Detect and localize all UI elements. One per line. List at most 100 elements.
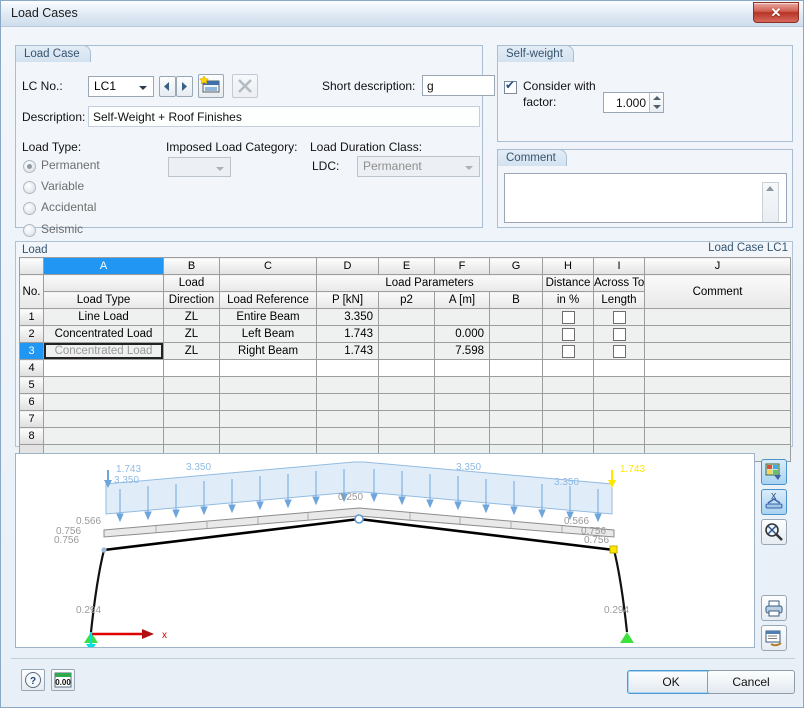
- cell-distance-pct[interactable]: [542, 376, 594, 394]
- column-letter-a[interactable]: A: [43, 257, 164, 275]
- cell-across-length[interactable]: [593, 410, 645, 428]
- cell-comment[interactable]: [644, 308, 791, 326]
- cell-a[interactable]: [434, 427, 490, 445]
- column-letter-h[interactable]: H: [542, 257, 594, 275]
- cell-load-direction[interactable]: [163, 393, 220, 411]
- cell-p2[interactable]: [378, 410, 435, 428]
- cell-b[interactable]: [489, 325, 543, 343]
- cell-comment[interactable]: [644, 427, 791, 445]
- structure-graphic[interactable]: x 1.743 3.350 3.350 3.350 3.350 1.743 0.…: [15, 453, 755, 651]
- cell-across-length[interactable]: [593, 325, 645, 343]
- cell-across-length[interactable]: [593, 308, 645, 326]
- printout-report-button[interactable]: [761, 625, 787, 651]
- row-number[interactable]: 1: [19, 308, 44, 326]
- self-weight-factor-input[interactable]: 1.000: [603, 92, 664, 113]
- cell-a[interactable]: [434, 376, 490, 394]
- cell-comment[interactable]: [644, 359, 791, 377]
- help-button[interactable]: ?: [21, 669, 45, 691]
- units-button[interactable]: 0.00: [51, 669, 75, 691]
- self-weight-factor-stepper[interactable]: [649, 93, 663, 112]
- cell-load-reference[interactable]: [219, 359, 317, 377]
- cell-load-type[interactable]: [43, 393, 164, 411]
- loads-table[interactable]: A B C D E F G H I J No. Load Load Parame…: [19, 257, 791, 462]
- row-number[interactable]: 6: [19, 393, 44, 411]
- cell-comment[interactable]: [644, 410, 791, 428]
- cell-p[interactable]: [316, 410, 379, 428]
- distance-in-percent-checkbox[interactable]: [561, 311, 575, 324]
- column-letter-j[interactable]: J: [644, 257, 791, 275]
- table-row[interactable]: 2 Concentrated Load ZL Left Beam 1.743 0…: [19, 325, 791, 343]
- find-object-button[interactable]: [761, 519, 787, 545]
- cell-p2[interactable]: [378, 393, 435, 411]
- radio-accidental[interactable]: [23, 202, 36, 215]
- cell-a[interactable]: [434, 308, 490, 326]
- column-letter-d[interactable]: D: [316, 257, 379, 275]
- cell-load-direction[interactable]: [163, 410, 220, 428]
- column-letter-f[interactable]: F: [434, 257, 490, 275]
- cell-load-reference[interactable]: Entire Beam: [219, 308, 317, 326]
- cell-a[interactable]: [434, 393, 490, 411]
- cell-load-type[interactable]: Concentrated Load: [43, 325, 164, 343]
- cell-b[interactable]: [489, 308, 543, 326]
- cell-distance-pct[interactable]: [542, 308, 594, 326]
- cell-load-type[interactable]: [43, 359, 164, 377]
- short-description-input[interactable]: g: [422, 75, 495, 96]
- cell-load-type[interactable]: [43, 410, 164, 428]
- cell-a[interactable]: [434, 359, 490, 377]
- table-row[interactable]: 7: [19, 410, 791, 428]
- cell-b[interactable]: [489, 393, 543, 411]
- cell-distance-pct[interactable]: [542, 410, 594, 428]
- cell-across-length[interactable]: [593, 342, 645, 360]
- cell-p[interactable]: [316, 359, 379, 377]
- cell-p[interactable]: 1.743: [316, 342, 379, 360]
- cell-load-reference[interactable]: [219, 410, 317, 428]
- cell-a[interactable]: 7.598: [434, 342, 490, 360]
- across-total-length-checkbox[interactable]: [612, 345, 626, 358]
- cell-distance-pct[interactable]: [542, 325, 594, 343]
- cell-load-type[interactable]: [43, 427, 164, 445]
- row-number[interactable]: 8: [19, 427, 44, 445]
- cell-p[interactable]: [316, 427, 379, 445]
- cell-across-length[interactable]: [593, 427, 645, 445]
- cell-b[interactable]: [489, 342, 543, 360]
- row-number[interactable]: 4: [19, 359, 44, 377]
- cell-comment[interactable]: [644, 342, 791, 360]
- cell-a[interactable]: 0.000: [434, 325, 490, 343]
- cell-p[interactable]: [316, 393, 379, 411]
- cell-load-reference[interactable]: Left Beam: [219, 325, 317, 343]
- cell-p2[interactable]: [378, 325, 435, 343]
- next-load-case-button[interactable]: [176, 76, 193, 97]
- cell-comment[interactable]: [644, 325, 791, 343]
- column-letter-g[interactable]: G: [489, 257, 543, 275]
- column-letter-c[interactable]: C: [219, 257, 317, 275]
- cell-load-direction[interactable]: ZL: [163, 342, 220, 360]
- consider-self-weight-checkbox[interactable]: [504, 78, 517, 94]
- distance-in-percent-checkbox[interactable]: [561, 345, 575, 358]
- cell-distance-pct[interactable]: [542, 359, 594, 377]
- distance-in-percent-checkbox[interactable]: [561, 328, 575, 341]
- column-letter-e[interactable]: E: [378, 257, 435, 275]
- description-input[interactable]: Self-Weight + Roof Finishes: [88, 106, 480, 127]
- radio-variable[interactable]: [23, 181, 36, 194]
- cell-load-type[interactable]: Line Load: [43, 308, 164, 326]
- cell-p[interactable]: [316, 376, 379, 394]
- column-letter-b[interactable]: B: [163, 257, 220, 275]
- across-total-length-checkbox[interactable]: [612, 311, 626, 324]
- cell-across-length[interactable]: [593, 393, 645, 411]
- close-button[interactable]: ✕: [753, 2, 799, 23]
- ok-button[interactable]: OK: [627, 670, 715, 694]
- row-number[interactable]: 3: [19, 342, 44, 360]
- cell-p[interactable]: 3.350: [316, 308, 379, 326]
- comment-textarea[interactable]: [504, 173, 787, 223]
- cell-a[interactable]: [434, 410, 490, 428]
- column-letter-i[interactable]: I: [593, 257, 645, 275]
- cell-across-length[interactable]: [593, 376, 645, 394]
- table-row[interactable]: 4: [19, 359, 791, 377]
- cell-load-direction[interactable]: [163, 359, 220, 377]
- row-number[interactable]: 2: [19, 325, 44, 343]
- lc-no-combobox[interactable]: LC1: [88, 76, 154, 97]
- cell-load-type[interactable]: [43, 376, 164, 394]
- cell-b[interactable]: [489, 410, 543, 428]
- cell-load-reference[interactable]: [219, 376, 317, 394]
- comment-scrollbar[interactable]: [762, 182, 779, 222]
